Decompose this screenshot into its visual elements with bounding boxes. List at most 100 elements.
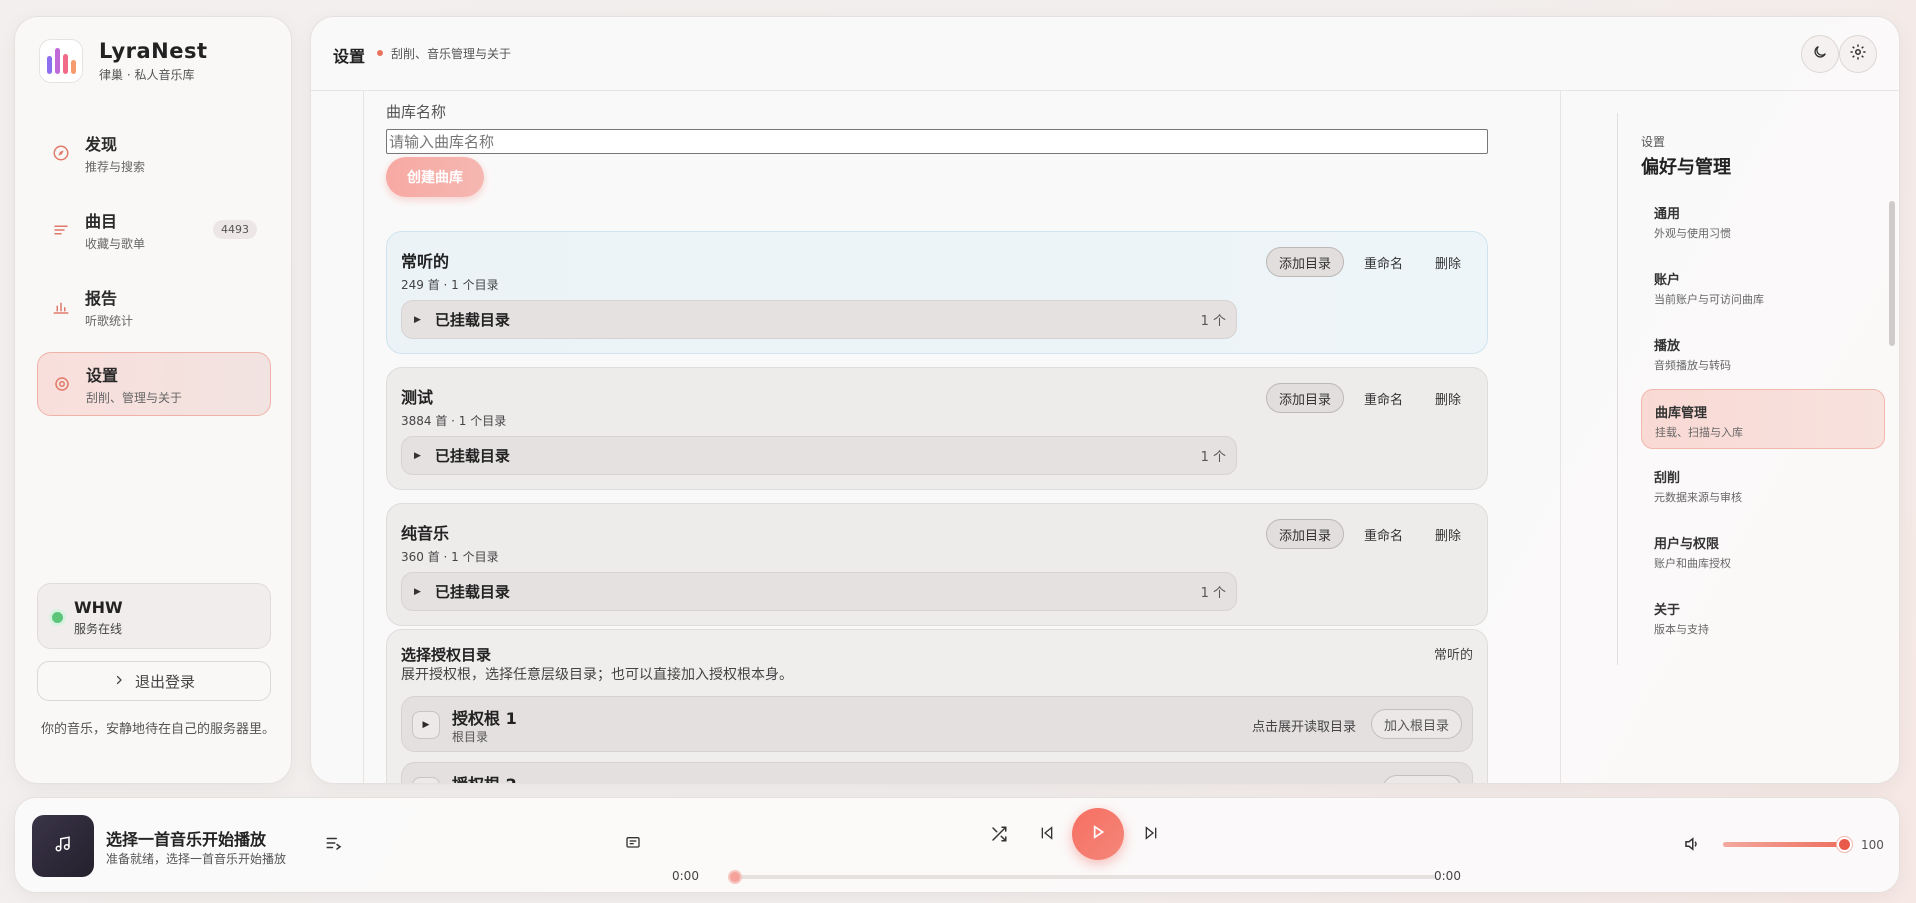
progress-bar[interactable] bbox=[735, 875, 1435, 879]
target-library: 常听的 bbox=[1433, 648, 1473, 663]
item-label: 用户与权限 bbox=[1654, 537, 1720, 552]
gear-icon bbox=[52, 374, 72, 394]
rename-button[interactable]: 重命名 bbox=[1352, 519, 1415, 549]
delete-button[interactable]: 删除 bbox=[1423, 247, 1473, 277]
progress-handle[interactable] bbox=[728, 870, 742, 884]
theme-toggle-button[interactable] bbox=[1801, 35, 1839, 73]
directory-count: 1 个 bbox=[1200, 314, 1226, 329]
rename-button[interactable]: 重命名 bbox=[1352, 383, 1415, 413]
list-icon bbox=[51, 220, 71, 240]
user-card: WHW 服务在线 bbox=[37, 583, 271, 649]
divider bbox=[1617, 113, 1618, 665]
triangle-right-icon: ▶ bbox=[414, 314, 421, 325]
scrollbar[interactable] bbox=[1889, 201, 1895, 346]
volume-icon bbox=[1683, 835, 1701, 857]
track-subtitle: 准备就绪，选择一首音乐开始播放 bbox=[106, 852, 287, 866]
brand-name: LyraNest bbox=[99, 39, 208, 63]
previous-button[interactable] bbox=[1039, 825, 1055, 845]
main-panel: 设置 刮削、音乐管理与关于 曲库名称 创建曲库 常听的 249 首 · 1 个目… bbox=[310, 16, 1900, 784]
add-directory-button[interactable]: 添加目录 bbox=[1265, 383, 1344, 413]
item-sub: 版本与支持 bbox=[1654, 623, 1709, 636]
queue-button[interactable] bbox=[325, 834, 343, 856]
auth-root-row: ▶ 授权根 2 bbox=[401, 762, 1473, 783]
nav-sub: 刮削、管理与关于 bbox=[86, 391, 183, 405]
brand: LyraNest 律巢 · 私人音乐库 bbox=[39, 39, 208, 83]
skip-forward-icon bbox=[1143, 825, 1159, 845]
page-title: 设置 bbox=[333, 47, 366, 66]
settings-nav-scraping[interactable]: 刮削 元数据来源与审核 bbox=[1641, 455, 1885, 515]
top-bar: 设置 刮削、音乐管理与关于 bbox=[311, 17, 1899, 91]
nav-item-discover[interactable]: 发现 推荐与搜索 bbox=[37, 121, 271, 185]
volume-slider[interactable] bbox=[1723, 842, 1845, 847]
nav-item-reports[interactable]: 报告 听歌统计 bbox=[37, 275, 271, 339]
settings-nav-library-management[interactable]: 曲库管理 挂载、扫描与入库 bbox=[1641, 389, 1885, 449]
expand-button[interactable]: ▶ bbox=[412, 711, 440, 739]
create-library-button[interactable]: 创建曲库 bbox=[386, 157, 484, 197]
delete-button[interactable]: 删除 bbox=[1423, 519, 1473, 549]
item-sub: 元数据来源与审核 bbox=[1654, 491, 1742, 504]
settings-nav-about[interactable]: 关于 版本与支持 bbox=[1641, 587, 1885, 647]
volume-fill bbox=[1723, 842, 1845, 847]
next-button[interactable] bbox=[1143, 825, 1159, 845]
root-sub: 根目录 bbox=[452, 730, 489, 744]
settings-nav-general[interactable]: 通用 外观与使用习惯 bbox=[1641, 191, 1885, 251]
add-directory-button[interactable]: 添加目录 bbox=[1265, 519, 1344, 549]
item-sub: 当前账户与可访问曲库 bbox=[1654, 293, 1764, 306]
authorized-directory-picker: 选择授权目录 展开授权根，选择任意层级目录；也可以直接加入授权根本身。 常听的 … bbox=[386, 629, 1488, 783]
item-label: 曲库管理 bbox=[1655, 406, 1708, 421]
player-bar: 选择一首音乐开始播放 准备就绪，选择一首音乐开始播放 0:00 0:00 100 bbox=[14, 797, 1900, 893]
user-status: 服务在线 bbox=[74, 622, 123, 636]
nav-sub: 收藏与歌单 bbox=[85, 237, 146, 251]
queue-icon bbox=[325, 834, 343, 856]
item-label: 播放 bbox=[1654, 339, 1681, 354]
add-root-button[interactable] bbox=[1382, 775, 1462, 783]
album-cover bbox=[32, 815, 94, 877]
track-title: 选择一首音乐开始播放 bbox=[106, 830, 267, 849]
rename-button[interactable]: 重命名 bbox=[1352, 247, 1415, 277]
directory-count: 1 个 bbox=[1200, 450, 1226, 465]
item-label: 通用 bbox=[1654, 207, 1681, 222]
settings-button[interactable] bbox=[1839, 35, 1877, 73]
expand-hint: 点击展开读取目录 bbox=[1251, 720, 1356, 735]
settings-nav-playback[interactable]: 播放 音频播放与转码 bbox=[1641, 323, 1885, 383]
panel-kicker: 设置 bbox=[1641, 135, 1666, 149]
volume-handle[interactable] bbox=[1837, 837, 1852, 852]
nav-item-tracks[interactable]: 曲目 收藏与歌单 4493 bbox=[37, 198, 271, 262]
settings-nav-panel: 设置 偏好与管理 通用 外观与使用习惯 账户 当前账户与可访问曲库 播放 音频播… bbox=[1565, 91, 1899, 783]
item-sub: 挂载、扫描与入库 bbox=[1655, 426, 1743, 439]
mounted-directories-toggle[interactable]: ▶ 已挂载目录 1 个 bbox=[401, 572, 1237, 611]
volume-button[interactable] bbox=[1683, 835, 1701, 857]
logout-label: 退出登录 bbox=[134, 672, 195, 691]
play-button[interactable] bbox=[1072, 808, 1124, 860]
root-name: 授权根 2 bbox=[452, 771, 517, 783]
item-label: 账户 bbox=[1654, 273, 1681, 288]
item-sub: 账户和曲库授权 bbox=[1654, 557, 1731, 570]
item-label: 关于 bbox=[1654, 603, 1681, 618]
item-sub: 外观与使用习惯 bbox=[1654, 227, 1731, 240]
user-name: WHW bbox=[74, 598, 123, 617]
nav-item-settings[interactable]: 设置 刮削、管理与关于 bbox=[37, 352, 271, 416]
chevron-right-icon bbox=[113, 672, 125, 690]
mounted-directories-label: 已挂载目录 bbox=[434, 583, 510, 601]
add-directory-button[interactable]: 添加目录 bbox=[1265, 247, 1344, 277]
settings-content: 曲库名称 创建曲库 常听的 249 首 · 1 个目录 添加目录 重命名 删除 … bbox=[363, 91, 1561, 783]
lyrics-button[interactable] bbox=[625, 835, 641, 855]
bar-chart-icon bbox=[51, 297, 71, 317]
skip-back-icon bbox=[1039, 825, 1055, 845]
library-name-input[interactable] bbox=[386, 129, 1488, 154]
expand-button[interactable]: ▶ bbox=[412, 777, 440, 783]
mounted-directories-toggle[interactable]: ▶ 已挂载目录 1 个 bbox=[401, 300, 1237, 339]
gear-icon bbox=[1849, 43, 1867, 65]
root-name: 授权根 1 bbox=[452, 709, 517, 728]
mounted-directories-label: 已挂载目录 bbox=[434, 447, 510, 465]
logout-button[interactable]: 退出登录 bbox=[37, 661, 271, 701]
settings-nav-users[interactable]: 用户与权限 账户和曲库授权 bbox=[1641, 521, 1885, 581]
add-root-button[interactable]: 加入根目录 bbox=[1370, 709, 1462, 739]
shuffle-button[interactable] bbox=[990, 825, 1008, 847]
delete-button[interactable]: 删除 bbox=[1423, 383, 1473, 413]
directory-count: 1 个 bbox=[1200, 586, 1226, 601]
library-card: 常听的 249 首 · 1 个目录 添加目录 重命名 删除 ▶ 已挂载目录 1 … bbox=[386, 231, 1488, 354]
settings-nav-account[interactable]: 账户 当前账户与可访问曲库 bbox=[1641, 257, 1885, 317]
mounted-directories-toggle[interactable]: ▶ 已挂载目录 1 个 bbox=[401, 436, 1237, 475]
nav-label: 设置 bbox=[86, 366, 119, 385]
